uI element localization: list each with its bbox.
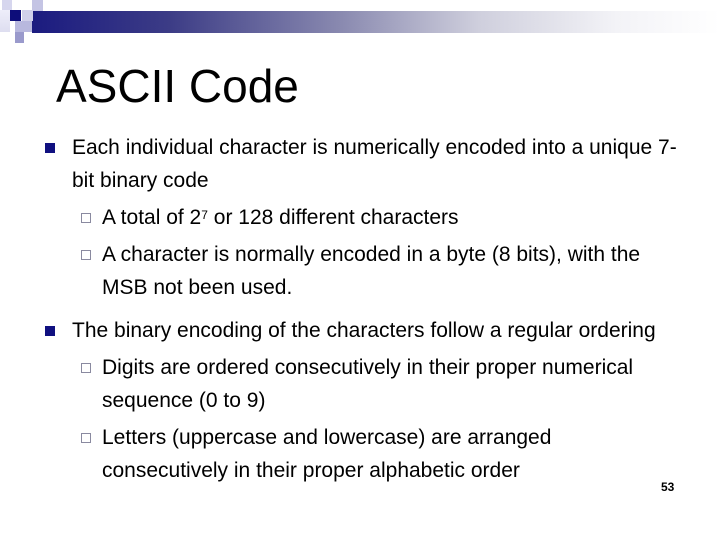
- sub-bullet-text: Letters (uppercase and lowercase) are ar…: [102, 426, 552, 482]
- bullet-item: The binary encoding of the characters fo…: [40, 314, 680, 347]
- decorative-square: [32, 0, 43, 11]
- superscript: 7: [201, 208, 208, 222]
- decorative-square: [2, 0, 12, 10]
- square-bullet-icon: [45, 143, 55, 153]
- hollow-square-bullet-icon: [81, 213, 91, 223]
- header-gradient-bar: [32, 11, 720, 33]
- bullet-text: Each individual character is numerically…: [72, 136, 677, 192]
- decorative-square: [0, 10, 10, 32]
- sub-bullet-text: A total of 27 or 128 different character…: [102, 206, 459, 229]
- square-bullet-icon: [45, 326, 55, 336]
- slide-title: ASCII Code: [56, 60, 299, 112]
- bullet-text: The binary encoding of the characters fo…: [72, 319, 656, 342]
- decorative-square: [10, 10, 21, 21]
- sub-bullet-text: Digits are ordered consecutively in thei…: [102, 356, 634, 412]
- hollow-square-bullet-icon: [81, 363, 91, 373]
- sub-bullet-text: A character is normally encoded in a byt…: [102, 243, 641, 299]
- page-number: 53: [661, 480, 675, 494]
- sub-bullet-item: Letters (uppercase and lowercase) are ar…: [40, 421, 680, 487]
- decorative-square: [22, 10, 33, 21]
- sub-bullet-item: A total of 27 or 128 different character…: [40, 201, 680, 234]
- sub-bullet-item: A character is normally encoded in a byt…: [40, 238, 680, 304]
- slide-body: Each individual character is numerically…: [40, 131, 680, 487]
- decorative-square: [15, 32, 24, 43]
- hollow-square-bullet-icon: [81, 433, 91, 443]
- bullet-item: Each individual character is numerically…: [40, 131, 680, 197]
- decorative-square: [15, 21, 32, 32]
- sub-bullet-item: Digits are ordered consecutively in thei…: [40, 351, 680, 417]
- hollow-square-bullet-icon: [81, 250, 91, 260]
